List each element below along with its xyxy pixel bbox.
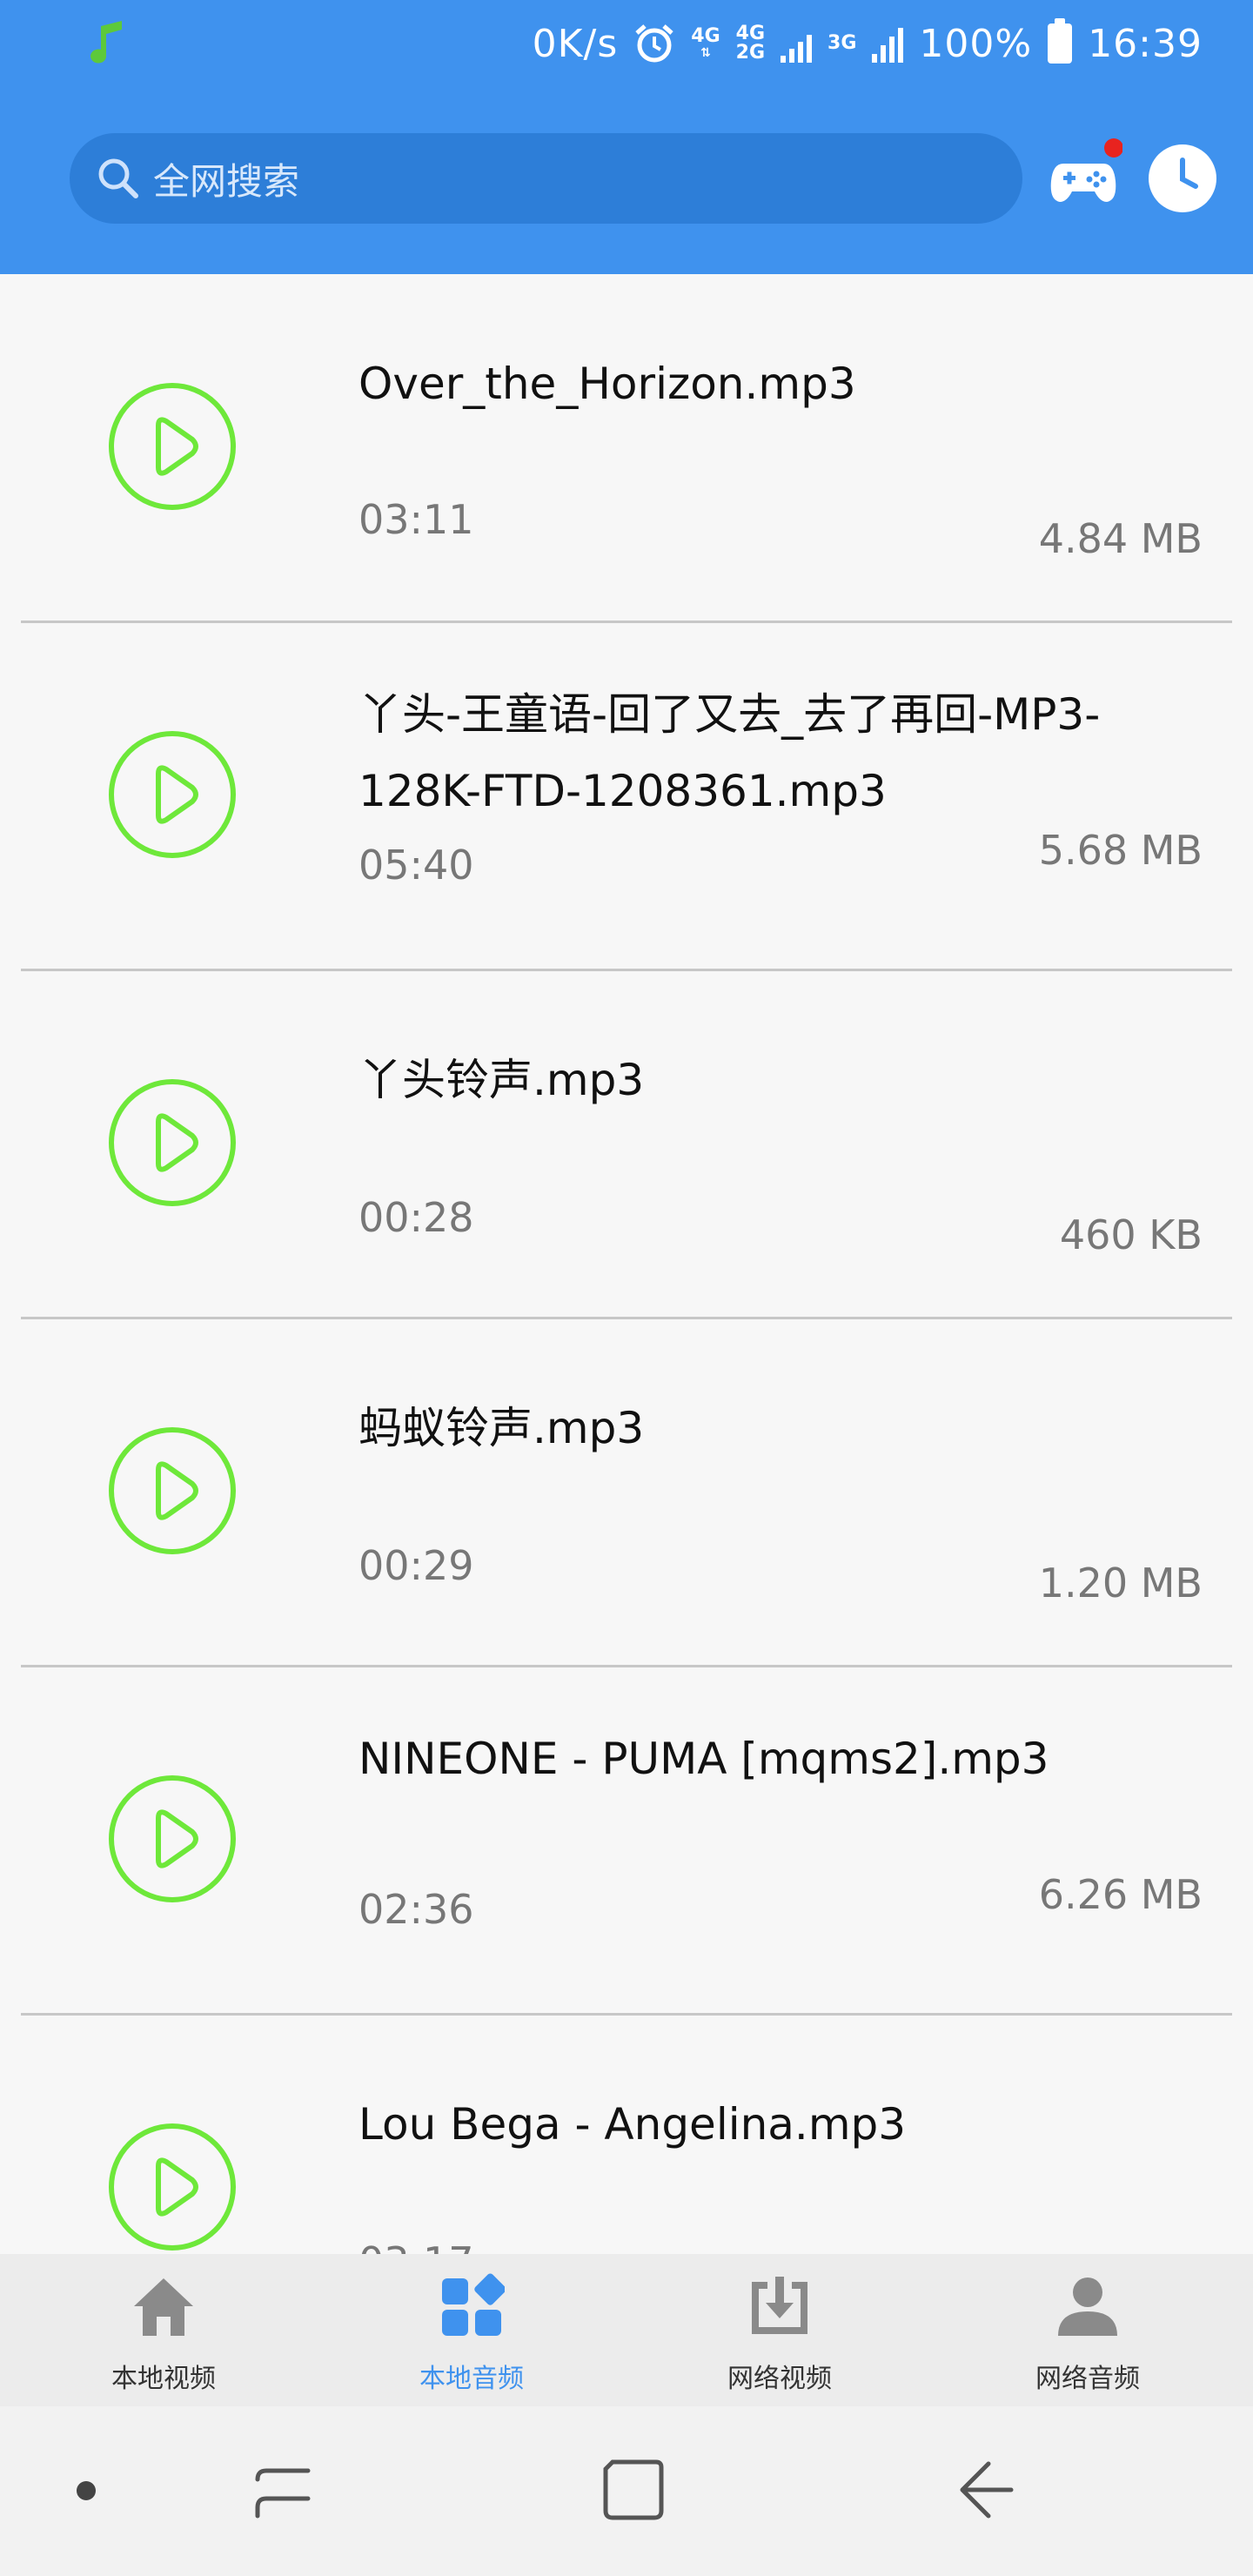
battery-percent: 100%	[919, 21, 1033, 66]
file-duration: 00:28	[358, 1194, 474, 1241]
file-size: 460 KB	[1059, 1211, 1203, 1258]
nav-label: 网络视频	[727, 2364, 832, 2394]
gamepad-icon[interactable]	[1044, 138, 1122, 216]
list-item[interactable]: 丫头铃声.mp3 00:28 460 KB	[0, 970, 1253, 1319]
search-input[interactable]: 全网搜索	[70, 133, 1022, 224]
net-speed: 0K/s	[532, 21, 619, 66]
list-item[interactable]: Over_the_Horizon.mp3 03:11 4.84 MB	[0, 274, 1253, 623]
file-duration: 05:40	[358, 842, 474, 889]
clock-time: 16:39	[1088, 21, 1203, 66]
signal-icon	[781, 24, 813, 63]
list-item[interactable]: 丫头-王童语-回了又去_去了再回-MP3-128K-FTD-1208361.mp…	[0, 622, 1253, 971]
nav-label: 本地视频	[111, 2364, 216, 2394]
battery-icon	[1048, 18, 1073, 64]
status-indicators: 0K/s 4G ⇅ 4G 2G 3G 100% 16:39	[532, 18, 1203, 66]
alarm-icon	[635, 24, 673, 63]
download-icon	[752, 2277, 807, 2334]
nav-network-audio[interactable]: 网络音频	[957, 2254, 1218, 2406]
nav-label: 本地音频	[419, 2364, 524, 2394]
home-button-icon[interactable]	[600, 2457, 667, 2523]
nav-network-video[interactable]: 网络视频	[649, 2254, 910, 2406]
network-4g-label: 4G	[691, 25, 720, 47]
assistant-dot-icon[interactable]	[75, 2479, 97, 2502]
play-button-icon[interactable]	[108, 382, 237, 511]
file-size: 6.26 MB	[1038, 1871, 1203, 1918]
nav-local-audio[interactable]: 本地音频	[341, 2254, 602, 2406]
network-2g-label: 2G	[735, 42, 766, 64]
play-button-icon[interactable]	[108, 1426, 237, 1555]
list-item[interactable]: Lou Bega - Angelina.mp3 03:17	[0, 2015, 1253, 2254]
bottom-navigation: 本地视频 本地音频 网络视频 网络音频	[0, 2254, 1253, 2406]
file-duration: 02:36	[358, 1886, 474, 1933]
file-title: 丫头-王童语-回了又去_去了再回-MP3-128K-FTD-1208361.mp…	[358, 689, 1101, 816]
network-4g-label-2: 4G	[735, 23, 766, 44]
status-bar: 0K/s 4G ⇅ 4G 2G 3G 100% 16:39	[0, 0, 1253, 87]
search-placeholder: 全网搜索	[153, 159, 300, 203]
play-button-icon[interactable]	[108, 1774, 237, 1903]
file-duration: 03:11	[358, 496, 474, 543]
play-button-icon[interactable]	[108, 730, 237, 859]
app-header: 0K/s 4G ⇅ 4G 2G 3G 100% 16:39 全网搜索	[0, 0, 1253, 274]
apps-grid-icon	[442, 2273, 505, 2336]
home-icon	[134, 2278, 193, 2336]
system-navigation-bar	[0, 2406, 1253, 2576]
signal-icon-2	[872, 24, 904, 63]
search-icon	[98, 158, 138, 198]
file-duration: 00:29	[358, 1542, 474, 1589]
list-item[interactable]: NINEONE - PUMA [mqms2].mp3 02:36 6.26 MB	[0, 1667, 1253, 2016]
file-title: Lou Bega - Angelina.mp3	[358, 2099, 907, 2150]
play-button-icon[interactable]	[108, 1078, 237, 1207]
file-size: 4.84 MB	[1038, 515, 1203, 562]
file-size: 1.20 MB	[1038, 1560, 1203, 1607]
network-3g-label: 3G	[828, 32, 857, 54]
list-item[interactable]: 蚂蚁铃声.mp3 00:29 1.20 MB	[0, 1318, 1253, 1667]
history-clock-icon[interactable]	[1147, 143, 1218, 214]
notification-dot	[1104, 138, 1122, 158]
file-title: 蚂蚁铃声.mp3	[358, 1403, 645, 1453]
music-note-icon	[90, 21, 122, 64]
file-title: NINEONE - PUMA [mqms2].mp3	[358, 1734, 1049, 1784]
nav-local-video[interactable]: 本地视频	[33, 2254, 294, 2406]
file-duration: 03:17	[358, 2238, 474, 2254]
audio-file-list: Over_the_Horizon.mp3 03:11 4.84 MB 丫头-王童语-回…	[0, 274, 1253, 2254]
recent-apps-icon[interactable]	[252, 2459, 313, 2528]
file-title: Over_the_Horizon.mp3	[358, 359, 856, 409]
play-button-icon[interactable]	[108, 2123, 237, 2251]
file-title: 丫头铃声.mp3	[358, 1055, 645, 1105]
back-icon[interactable]	[954, 2457, 1018, 2523]
person-icon	[1058, 2277, 1117, 2336]
file-size: 5.68 MB	[1038, 827, 1203, 874]
nav-label: 网络音频	[1035, 2364, 1140, 2394]
